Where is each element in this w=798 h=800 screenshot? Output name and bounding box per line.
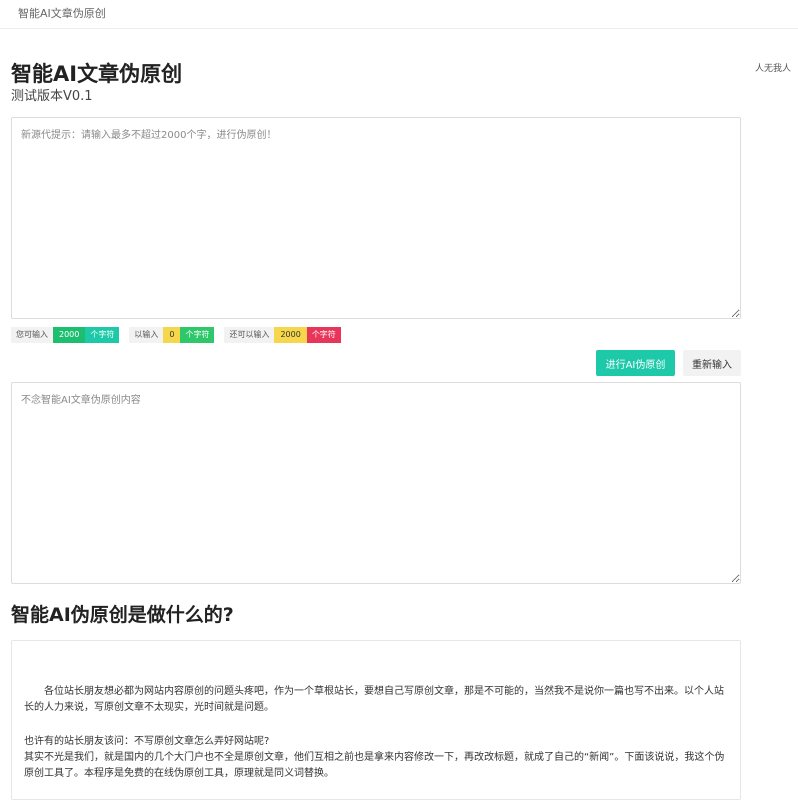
about-paragraph: 也许有的站长朋友该问：不写原创文章怎么弄好网站呢? <box>24 736 270 747</box>
about-paragraph: 其实不光是我们，就是国内的几个大门户也不全是原创文章，他们互相之前也是拿来内容修… <box>24 752 725 779</box>
counter-value: 2000 <box>53 327 86 343</box>
rewrite-button[interactable]: 进行AI伪原创 <box>596 350 675 376</box>
counter-unit: 个字符 <box>306 327 341 343</box>
about-title: 智能AI伪原创是做什么的? <box>11 604 234 626</box>
reset-button[interactable]: 重新输入 <box>683 350 741 376</box>
result-text-output[interactable] <box>11 382 741 584</box>
source-text-input[interactable] <box>11 117 741 319</box>
counter-unit: 个字符 <box>85 327 120 343</box>
counter-label: 还可以输入 <box>224 327 275 343</box>
about-paragraph: 各位站长朋友想必都为网站内容原创的问题头疼吧，作为一个草根站长，要想自己写原创文… <box>24 686 724 713</box>
counter-remaining: 还可以输入 2000 个字符 <box>224 327 341 343</box>
top-bar: 智能AI文章伪原创 <box>0 0 798 29</box>
version-label: 测试版本V0.1 <box>11 89 93 104</box>
counter-entered: 以输入 0 个字符 <box>129 327 215 343</box>
about-article: 各位站长朋友想必都为网站内容原创的问题头疼吧，作为一个草根站长，要想自己写原创文… <box>11 640 741 800</box>
counter-unit: 个字符 <box>180 327 215 343</box>
counter-value: 0 <box>163 327 181 343</box>
side-note: 人无我人 <box>755 64 792 74</box>
counter-label: 您可输入 <box>11 327 53 343</box>
counter-label: 以输入 <box>129 327 164 343</box>
char-counters: 您可输入 2000 个字符 以输入 0 个字符 还可以输入 2000 个字符 <box>11 327 351 343</box>
counter-value: 2000 <box>274 327 307 343</box>
page-title: 智能AI文章伪原创 <box>11 62 183 86</box>
site-brand[interactable]: 智能AI文章伪原创 <box>18 5 106 21</box>
counter-can-input: 您可输入 2000 个字符 <box>11 327 120 343</box>
